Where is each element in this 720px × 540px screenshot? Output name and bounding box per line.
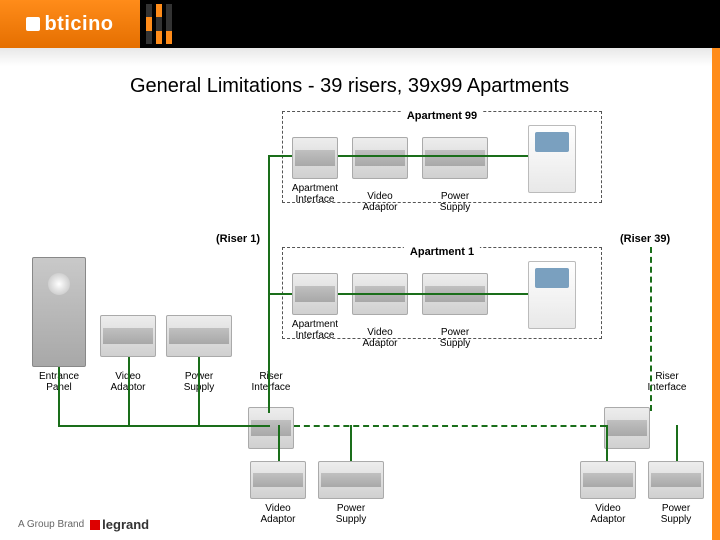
video-adaptor-device <box>352 137 408 179</box>
video-adaptor-device <box>100 315 156 357</box>
power-supply-device <box>422 137 488 179</box>
label-video-adaptor: Video Adaptor <box>352 327 408 349</box>
label-power-supply: Power Supply <box>318 503 384 525</box>
riser-interface-device <box>248 407 294 449</box>
label-power-supply: Power Supply <box>422 327 488 349</box>
video-adaptor-device <box>250 461 306 499</box>
label-apartment-interface: Apartment Interface <box>286 183 344 205</box>
wire <box>58 425 270 427</box>
group-brand-logo: legrand <box>90 517 149 532</box>
label-video-adaptor: Video Adaptor <box>352 191 408 213</box>
power-supply-device <box>166 315 232 357</box>
brand-logo: bticino <box>0 0 140 48</box>
wire <box>338 155 528 157</box>
label-video-adaptor: Video Adaptor <box>250 503 306 525</box>
label-video-adaptor: Video Adaptor <box>580 503 636 525</box>
wire <box>268 155 270 413</box>
wire <box>268 293 292 295</box>
apartment-interface-device <box>292 137 338 179</box>
side-accent <box>712 48 720 540</box>
wire <box>268 155 292 157</box>
label-riser-interface: Riser Interface <box>238 371 304 393</box>
wire <box>198 357 200 425</box>
group-label: A Group Brand <box>18 519 84 530</box>
label-power-supply: Power Supply <box>648 503 704 525</box>
riser-1-label: (Riser 1) <box>216 233 260 245</box>
wire <box>58 367 60 425</box>
wire <box>338 293 528 295</box>
subheader-gradient <box>0 48 712 66</box>
wire-dashed <box>294 425 606 427</box>
label-power-supply: Power Supply <box>422 191 488 213</box>
wire <box>278 425 280 461</box>
power-supply-device <box>318 461 384 499</box>
brand-name: bticino <box>44 13 113 36</box>
entrance-panel-device <box>32 257 86 367</box>
video-adaptor-device <box>580 461 636 499</box>
logo-mark-icon <box>26 17 40 31</box>
riser-39-label: (Riser 39) <box>620 233 670 245</box>
riser-interface-device <box>604 407 650 449</box>
footer: A Group Brand legrand <box>18 517 149 532</box>
video-intercom-device <box>528 261 576 329</box>
power-supply-device <box>648 461 704 499</box>
header-bar: bticino <box>0 0 720 48</box>
label-riser-interface: Riser Interface <box>634 371 700 393</box>
apartment-interface-device <box>292 273 338 315</box>
wire <box>676 425 678 461</box>
video-intercom-device <box>528 125 576 193</box>
wire <box>350 425 352 461</box>
header-pattern <box>146 4 720 44</box>
group-brand-name: legrand <box>102 517 149 532</box>
page-title: General Limitations - 39 risers, 39x99 A… <box>130 75 569 98</box>
label-apartment-interface: Apartment Interface <box>286 319 344 341</box>
apartment-title: Apartment 1 <box>404 246 480 258</box>
wire-dashed <box>650 247 652 411</box>
legrand-mark-icon <box>90 520 100 530</box>
apartment-title: Apartment 99 <box>401 110 483 122</box>
diagram-canvas: Apartment 99 Apartment Interface Video A… <box>0 105 712 510</box>
wire <box>128 357 130 425</box>
wire <box>606 425 608 461</box>
